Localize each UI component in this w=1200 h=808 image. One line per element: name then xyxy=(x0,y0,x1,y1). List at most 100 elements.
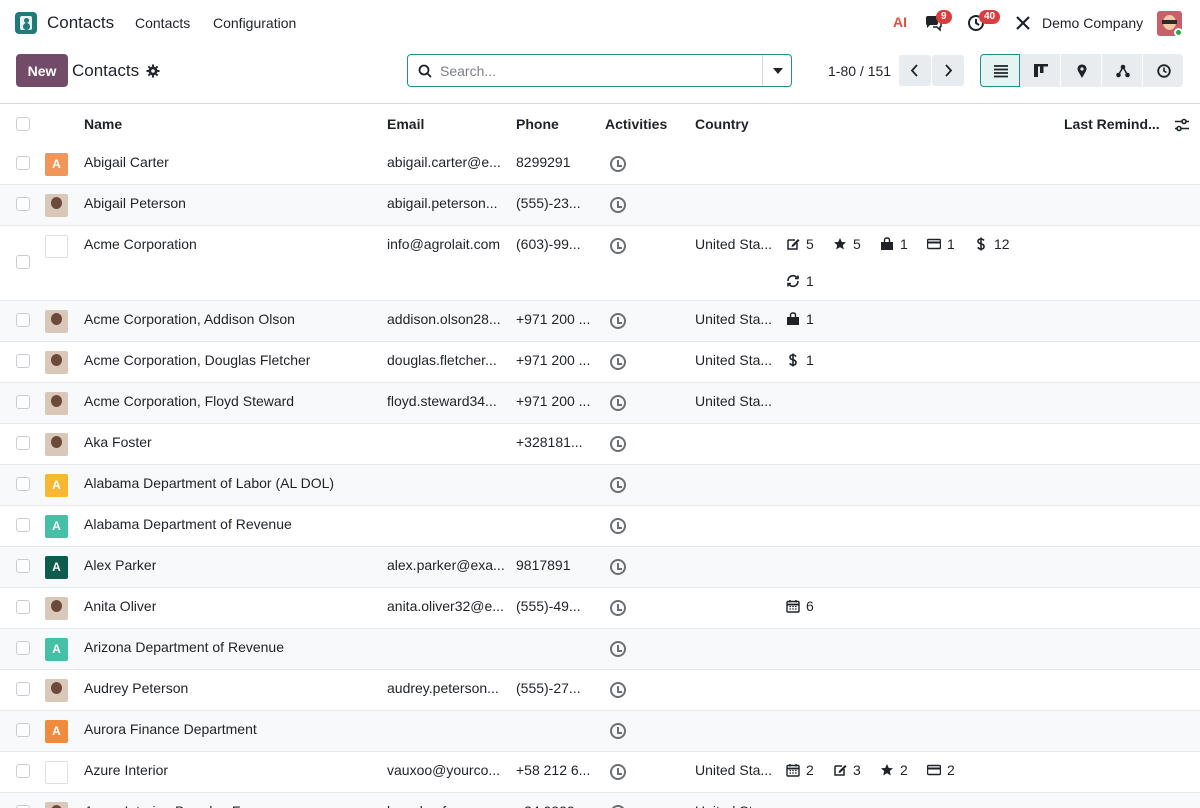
column-header-last-reminder[interactable]: Last Remind... xyxy=(1064,116,1160,132)
activity-view-button[interactable] xyxy=(1143,54,1183,87)
list-view-button[interactable] xyxy=(980,54,1020,87)
row-checkbox[interactable] xyxy=(16,255,30,269)
row-checkbox[interactable] xyxy=(16,600,30,614)
row-checkbox[interactable] xyxy=(16,395,30,409)
table-row[interactable]: A Abigail Carter abigail.carter@e... 829929… xyxy=(0,144,1200,185)
activity-clock-icon[interactable] xyxy=(610,641,626,657)
column-header-email[interactable]: Email xyxy=(387,116,424,132)
contact-name[interactable]: Acme Corporation, Addison Olson xyxy=(84,311,295,327)
smart-stat-bag[interactable]: 1 xyxy=(880,236,908,252)
smart-stat-bag[interactable]: 1 xyxy=(786,311,814,327)
row-checkbox[interactable] xyxy=(16,559,30,573)
table-row[interactable]: Azure Interior, Brandon Freeman brandon.f… xyxy=(0,793,1200,808)
activity-clock-icon[interactable] xyxy=(610,354,626,370)
column-header-phone[interactable]: Phone xyxy=(516,116,559,132)
activity-clock-icon[interactable] xyxy=(610,436,626,452)
row-checkbox[interactable] xyxy=(16,682,30,696)
table-row[interactable]: A Alabama Department of Revenue xyxy=(0,506,1200,547)
table-row[interactable]: Audrey Peterson audrey.peterson... (555)-2… xyxy=(0,670,1200,711)
tools-icon[interactable] xyxy=(1014,14,1032,32)
smart-stat-dollar[interactable]: 12 xyxy=(974,236,1010,252)
contact-name[interactable]: Acme Corporation xyxy=(84,236,197,252)
row-checkbox[interactable] xyxy=(16,197,30,211)
smart-stat-card[interactable]: 1 xyxy=(926,236,955,252)
contact-name[interactable]: Azure Interior, Brandon Freeman xyxy=(84,803,288,808)
table-row[interactable]: Acme Corporation, Douglas Fletcher dougla… xyxy=(0,342,1200,383)
column-header-activities[interactable]: Activities xyxy=(605,116,667,132)
table-row[interactable]: A Arizona Department of Revenue xyxy=(0,629,1200,670)
app-name[interactable]: Contacts xyxy=(47,13,114,33)
search-options-toggle[interactable] xyxy=(762,55,791,86)
activity-clock-icon[interactable] xyxy=(610,197,626,213)
row-checkbox[interactable] xyxy=(16,156,30,170)
activity-clock-icon[interactable] xyxy=(610,682,626,698)
kanban-view-button[interactable] xyxy=(1020,54,1060,87)
contact-name[interactable]: Acme Corporation, Douglas Fletcher xyxy=(84,352,310,368)
pager-value[interactable]: 1-80 / 151 xyxy=(828,63,891,79)
activity-clock-icon[interactable] xyxy=(610,395,626,411)
contact-name[interactable]: Abigail Carter xyxy=(84,154,169,170)
smart-stat-edit[interactable]: 3 xyxy=(833,762,861,778)
row-checkbox[interactable] xyxy=(16,313,30,327)
contact-name[interactable]: Abigail Peterson xyxy=(84,195,186,211)
table-row[interactable]: A Aurora Finance Department xyxy=(0,711,1200,752)
table-row[interactable]: Abigail Peterson abigail.peterson... (555)… xyxy=(0,185,1200,226)
smart-stat-calendar[interactable]: 2 xyxy=(786,762,814,778)
row-checkbox[interactable] xyxy=(16,436,30,450)
ai-icon[interactable]: AI xyxy=(893,14,907,30)
row-checkbox[interactable] xyxy=(16,354,30,368)
row-checkbox[interactable] xyxy=(16,764,30,778)
smart-stat-refresh[interactable]: 1 xyxy=(786,273,814,289)
smart-stat-card[interactable]: 2 xyxy=(926,762,955,778)
map-view-button[interactable] xyxy=(1061,54,1101,87)
smart-stat-star[interactable]: 2 xyxy=(880,762,908,778)
contact-name[interactable]: Anita Oliver xyxy=(84,598,156,614)
column-header-country[interactable]: Country xyxy=(695,116,749,132)
smart-stat-edit[interactable]: 5 xyxy=(786,236,814,252)
contact-name[interactable]: Acme Corporation, Floyd Steward xyxy=(84,393,294,409)
menu-configuration[interactable]: Configuration xyxy=(213,15,296,31)
activity-clock-icon[interactable] xyxy=(610,518,626,534)
activity-clock-icon[interactable] xyxy=(610,313,626,329)
row-checkbox[interactable] xyxy=(16,641,30,655)
menu-contacts[interactable]: Contacts xyxy=(135,15,190,31)
new-button[interactable]: New xyxy=(16,54,68,87)
column-header-name[interactable]: Name xyxy=(84,116,122,132)
table-row[interactable]: Acme Corporation, Floyd Steward floyd.ste… xyxy=(0,383,1200,424)
contact-name[interactable]: Alabama Department of Revenue xyxy=(84,516,292,532)
table-row[interactable]: Acme Corporation, Addison Olson addison.o… xyxy=(0,301,1200,342)
user-avatar[interactable] xyxy=(1157,11,1182,36)
contact-name[interactable]: Azure Interior xyxy=(84,762,168,778)
activity-clock-icon[interactable] xyxy=(610,559,626,575)
contact-name[interactable]: Audrey Peterson xyxy=(84,680,188,696)
pager-next-button[interactable] xyxy=(932,55,964,86)
activity-clock-icon[interactable] xyxy=(610,477,626,493)
contact-name[interactable]: Aurora Finance Department xyxy=(84,721,257,737)
table-row[interactable]: Azure Interior vauxoo@yourco... +58 212 6.… xyxy=(0,752,1200,793)
pager-previous-button[interactable] xyxy=(899,55,931,86)
table-row[interactable]: Acme Corporation info@agrolait.com (603)-9… xyxy=(0,226,1200,301)
contact-name[interactable]: Aka Foster xyxy=(84,434,152,450)
activity-clock-icon[interactable] xyxy=(610,723,626,739)
contact-name[interactable]: Alabama Department of Labor (AL DOL) xyxy=(84,475,334,491)
table-row[interactable]: Aka Foster +328181... xyxy=(0,424,1200,465)
gear-icon[interactable] xyxy=(146,64,160,78)
row-checkbox[interactable] xyxy=(16,723,30,737)
contact-name[interactable]: Alex Parker xyxy=(84,557,156,573)
smart-stat-dollar[interactable]: 1 xyxy=(786,352,814,368)
smart-stat-calendar[interactable]: 6 xyxy=(786,598,814,614)
contacts-app-icon[interactable] xyxy=(15,12,37,34)
activity-clock-icon[interactable] xyxy=(610,238,626,254)
optional-columns-icon[interactable] xyxy=(1174,117,1190,133)
row-checkbox[interactable] xyxy=(16,477,30,491)
table-row[interactable]: Anita Oliver anita.oliver32@e... (555)-49.… xyxy=(0,588,1200,629)
activity-clock-icon[interactable] xyxy=(610,156,626,172)
search-input[interactable] xyxy=(440,61,760,81)
row-checkbox[interactable] xyxy=(16,518,30,532)
smart-stat-star[interactable]: 5 xyxy=(833,236,861,252)
table-row[interactable]: A Alex Parker alex.parker@exa... 9817891 xyxy=(0,547,1200,588)
contact-name[interactable]: Arizona Department of Revenue xyxy=(84,639,284,655)
table-row[interactable]: A Alabama Department of Labor (AL DOL) xyxy=(0,465,1200,506)
select-all-checkbox[interactable] xyxy=(16,117,30,131)
company-switcher[interactable]: Demo Company xyxy=(1042,15,1143,31)
